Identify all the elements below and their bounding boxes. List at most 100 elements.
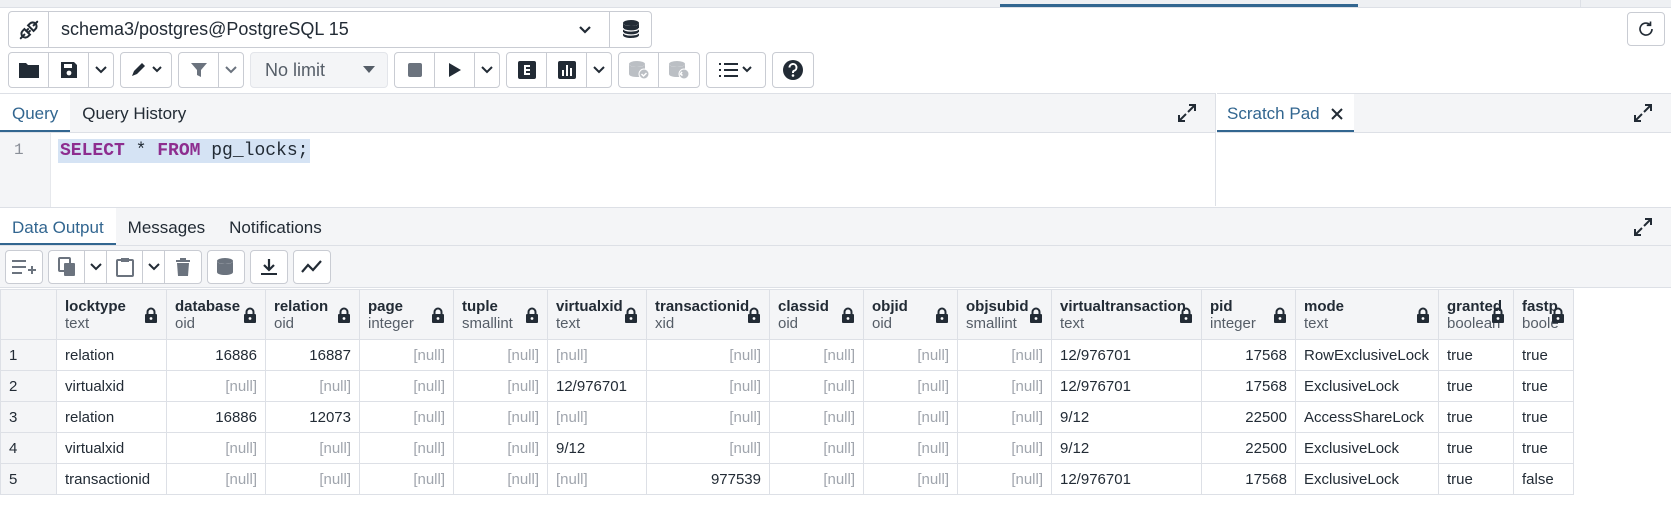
table-cell[interactable]: transactionid	[56, 463, 167, 495]
table-cell[interactable]: 12/976701	[547, 370, 647, 402]
tab-data-output[interactable]: Data Output	[0, 208, 116, 245]
expand-icon[interactable]	[1633, 217, 1653, 237]
row-number[interactable]: 3	[0, 401, 57, 433]
column-header-granted[interactable]: granted boolean	[1438, 289, 1514, 340]
table-cell[interactable]: 9/12	[1051, 432, 1202, 464]
chevron-down-icon[interactable]	[561, 12, 609, 47]
table-cell[interactable]: true	[1438, 463, 1514, 495]
table-cell[interactable]: virtualxid	[56, 432, 167, 464]
table-cell[interactable]: RowExclusiveLock	[1295, 339, 1439, 371]
table-cell[interactable]: [null]	[863, 432, 958, 464]
table-row[interactable]: 3 relation 16886 12073 [null] [null] [null] [nu…	[0, 401, 1574, 433]
table-row[interactable]: 4 virtualxid [null] [null] [null] [null] 9/12[…	[0, 432, 1574, 464]
table-cell[interactable]: true	[1438, 401, 1514, 433]
table-cell[interactable]: [null]	[359, 463, 454, 495]
column-header-transactionid[interactable]: transactionid xid	[646, 289, 770, 340]
table-cell[interactable]: [null]	[769, 339, 864, 371]
tab-notifications[interactable]: Notifications	[217, 208, 334, 245]
column-header-locktype[interactable]: locktype text	[56, 289, 167, 340]
table-cell[interactable]: true	[1438, 370, 1514, 402]
table-cell[interactable]: [null]	[166, 370, 266, 402]
table-cell[interactable]: relation	[56, 401, 167, 433]
connection-status-icon[interactable]	[9, 12, 49, 47]
table-cell[interactable]: [null]	[646, 401, 770, 433]
table-cell[interactable]: 16886	[166, 401, 266, 433]
table-cell[interactable]: virtualxid	[56, 370, 167, 402]
table-cell[interactable]: [null]	[166, 463, 266, 495]
table-row[interactable]: 2 virtualxid [null] [null] [null] [null] 12/97…	[0, 370, 1574, 402]
table-cell[interactable]: [null]	[453, 370, 548, 402]
table-cell[interactable]: [null]	[359, 339, 454, 371]
tab-scratch-pad[interactable]: Scratch Pad	[1217, 94, 1354, 132]
table-cell[interactable]: [null]	[547, 463, 647, 495]
table-cell[interactable]: [null]	[957, 339, 1052, 371]
explain-button[interactable]	[507, 53, 547, 87]
column-header-database[interactable]: database oid	[166, 289, 266, 340]
table-cell[interactable]: [null]	[646, 339, 770, 371]
rollback-button[interactable]	[659, 53, 699, 87]
table-row[interactable]: 1 relation 16886 16887 [null] [null] [null] [nu…	[0, 339, 1574, 371]
save-button[interactable]	[49, 53, 89, 87]
tab-query-history[interactable]: Query History	[70, 94, 198, 132]
table-cell[interactable]: 22500	[1201, 432, 1296, 464]
column-header-objsubid[interactable]: objsubid smallint	[957, 289, 1052, 340]
column-header-virtualtransaction[interactable]: virtualtransaction text	[1051, 289, 1202, 340]
sql-editor[interactable]: 1 SELECT * FROM pg_locks;	[0, 133, 1215, 207]
table-cell[interactable]: true	[1513, 339, 1574, 371]
help-button[interactable]	[773, 53, 813, 87]
table-cell[interactable]: [null]	[863, 370, 958, 402]
add-row-button[interactable]	[6, 251, 42, 283]
table-cell[interactable]: 9/12	[547, 432, 647, 464]
table-cell[interactable]: [null]	[769, 463, 864, 495]
stop-button[interactable]	[395, 53, 435, 87]
column-header-relation[interactable]: relation oid	[265, 289, 360, 340]
table-cell[interactable]: true	[1438, 432, 1514, 464]
table-cell[interactable]: true	[1513, 432, 1574, 464]
delete-button[interactable]	[165, 251, 201, 283]
table-cell[interactable]: [null]	[359, 432, 454, 464]
table-cell[interactable]: [null]	[359, 370, 454, 402]
new-connection-icon[interactable]	[609, 12, 651, 47]
table-cell[interactable]: 17568	[1201, 463, 1296, 495]
data-grid[interactable]: locktype text database oid relation oid page in…	[0, 289, 1671, 499]
table-cell[interactable]: true	[1438, 339, 1514, 371]
copy-button[interactable]	[49, 250, 85, 283]
table-cell[interactable]: [null]	[547, 339, 647, 371]
table-cell[interactable]: [null]	[359, 401, 454, 433]
edit-options-button[interactable]	[121, 53, 171, 87]
table-cell[interactable]: ExclusiveLock	[1295, 463, 1439, 495]
column-header-virtualxid[interactable]: virtualxid text	[547, 289, 647, 340]
row-number[interactable]: 1	[0, 339, 57, 371]
table-cell[interactable]: [null]	[547, 401, 647, 433]
table-cell[interactable]: 16886	[166, 339, 266, 371]
row-number[interactable]: 5	[0, 463, 57, 495]
filter-options-button[interactable]	[219, 53, 243, 87]
table-cell[interactable]: true	[1513, 370, 1574, 402]
graph-visualiser-button[interactable]	[294, 251, 330, 283]
connection-selector[interactable]: schema3/postgres@PostgreSQL 15	[8, 11, 652, 48]
table-cell[interactable]: [null]	[453, 432, 548, 464]
table-cell[interactable]: [null]	[265, 432, 360, 464]
table-cell[interactable]: 12/976701	[1051, 463, 1202, 495]
table-cell[interactable]: 17568	[1201, 339, 1296, 371]
table-cell[interactable]: ExclusiveLock	[1295, 432, 1439, 464]
table-cell[interactable]: 977539	[646, 463, 770, 495]
table-cell[interactable]: [null]	[646, 370, 770, 402]
close-icon[interactable]	[1330, 107, 1344, 121]
column-header-fastp[interactable]: fastp boole	[1513, 289, 1574, 340]
table-cell[interactable]: ExclusiveLock	[1295, 370, 1439, 402]
table-cell[interactable]: 12/976701	[1051, 339, 1202, 371]
table-cell[interactable]: [null]	[769, 432, 864, 464]
table-cell[interactable]: [null]	[957, 463, 1052, 495]
table-cell[interactable]: [null]	[957, 401, 1052, 433]
table-cell[interactable]: [null]	[863, 401, 958, 433]
download-button[interactable]	[251, 251, 287, 283]
table-cell[interactable]: AccessShareLock	[1295, 401, 1439, 433]
table-cell[interactable]: 16887	[265, 339, 360, 371]
table-cell[interactable]: [null]	[863, 339, 958, 371]
table-cell[interactable]: 9/12	[1051, 401, 1202, 433]
table-cell[interactable]: [null]	[863, 463, 958, 495]
save-options-button[interactable]	[89, 53, 113, 87]
paste-button[interactable]	[107, 250, 143, 283]
table-cell[interactable]: [null]	[646, 432, 770, 464]
